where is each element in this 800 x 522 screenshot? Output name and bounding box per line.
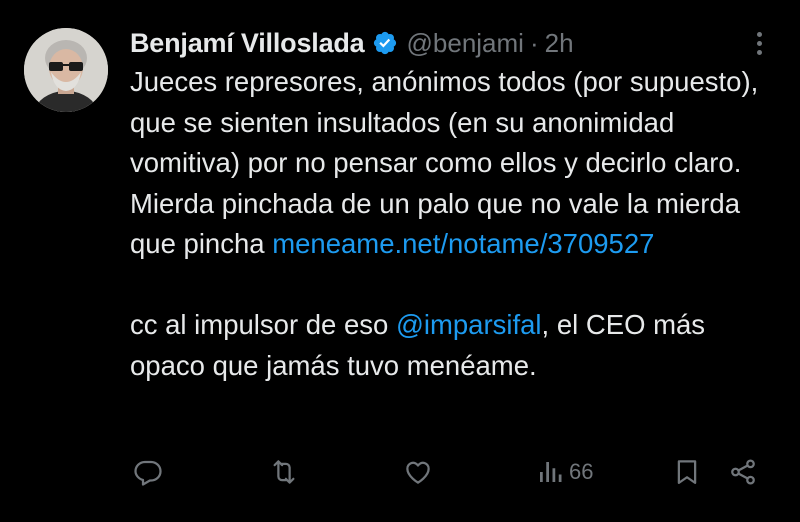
- bookmark-button[interactable]: [672, 450, 702, 494]
- reply-icon: [134, 460, 162, 486]
- share-icon: [731, 459, 755, 485]
- tweet-header: Benjamí Villoslada @benjami · 2h: [130, 26, 574, 60]
- paragraph-2-before: cc al impulsor de eso: [130, 309, 396, 340]
- heart-icon: [406, 461, 430, 484]
- repost-button[interactable]: [269, 450, 299, 494]
- tweet-text: Jueces represores, anónimos todos (por s…: [130, 62, 770, 386]
- bookmark-icon: [677, 460, 697, 484]
- share-button[interactable]: [728, 450, 758, 494]
- tweet-link[interactable]: meneame.net/notame/3709527: [272, 228, 654, 259]
- tweet[interactable]: Benjamí Villoslada @benjami · 2h Jueces …: [0, 0, 800, 522]
- verified-badge-icon: [372, 30, 398, 56]
- post-time[interactable]: 2h: [545, 28, 574, 59]
- author-avatar[interactable]: [24, 28, 108, 112]
- reply-button[interactable]: [133, 450, 163, 494]
- views-count: 66: [569, 459, 594, 484]
- author-name[interactable]: Benjamí Villoslada: [130, 28, 365, 59]
- tweet-paragraph-2: cc al impulsor de eso @imparsifal, el CE…: [130, 305, 770, 386]
- views-button[interactable]: 66: [535, 450, 593, 494]
- tweet-mention[interactable]: @imparsifal: [396, 309, 542, 340]
- like-button[interactable]: [403, 450, 433, 494]
- repost-icon: [273, 460, 295, 484]
- more-options-icon[interactable]: [742, 28, 776, 58]
- tweet-actions: 66: [130, 450, 770, 494]
- views-icon: [540, 462, 562, 482]
- tweet-paragraph-1: Jueces represores, anónimos todos (por s…: [130, 62, 770, 265]
- avatar-photo: [24, 28, 108, 112]
- author-handle[interactable]: @benjami: [407, 28, 524, 59]
- separator-dot: ·: [529, 27, 539, 58]
